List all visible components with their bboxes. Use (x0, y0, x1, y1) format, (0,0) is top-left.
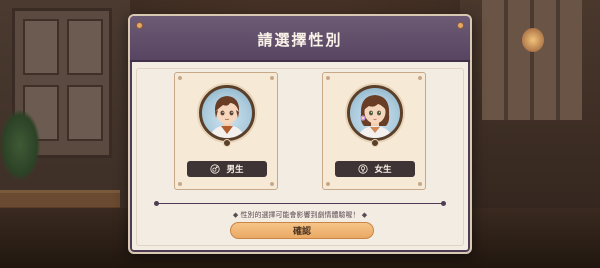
dialog-title: 請選擇性別 (257, 31, 343, 49)
male-symbol-icon (210, 164, 221, 174)
card-corner-dot (178, 182, 182, 186)
female-gender-tag[interactable]: 女生 (335, 161, 415, 177)
female-symbol-icon (358, 164, 369, 174)
card-corner-dot (326, 76, 330, 80)
corner-ornament (457, 22, 464, 29)
gender-select-dialog: 請選擇性別 男生 女生 ◆ 性別的選擇可能會影響到劇情體驗喔！ ◆ 確認 (128, 14, 472, 254)
background-window (482, 0, 582, 120)
male-label: 男生 (226, 165, 244, 175)
card-corner-dot (270, 182, 274, 186)
gender-hint-text: ◆ 性別的選擇可能會影響到劇情體驗喔！ ◆ (232, 211, 368, 219)
card-corner-dot (418, 76, 422, 80)
dialog-header: 請選擇性別 (130, 16, 470, 62)
female-avatar-icon (358, 95, 392, 138)
male-avatar-icon (210, 96, 244, 138)
card-corner-dot (326, 182, 330, 186)
divider-end-dot (441, 201, 446, 206)
confirm-button[interactable]: 確認 (230, 222, 374, 239)
card-corner-dot (270, 76, 274, 80)
portrait-ornament (371, 139, 379, 147)
female-portrait (347, 85, 403, 141)
card-corner-dot (418, 182, 422, 186)
corner-ornament (136, 22, 143, 29)
background-lamp (522, 28, 544, 52)
divider-line (156, 203, 444, 204)
portrait-ornament (223, 139, 231, 147)
male-option-card[interactable]: 男生 (174, 72, 278, 190)
card-corner-dot (178, 76, 182, 80)
female-label: 女生 (374, 165, 392, 175)
female-option-card[interactable]: 女生 (322, 72, 426, 190)
male-portrait (199, 85, 255, 141)
male-gender-tag[interactable]: 男生 (187, 161, 267, 177)
background-plant (0, 110, 40, 180)
